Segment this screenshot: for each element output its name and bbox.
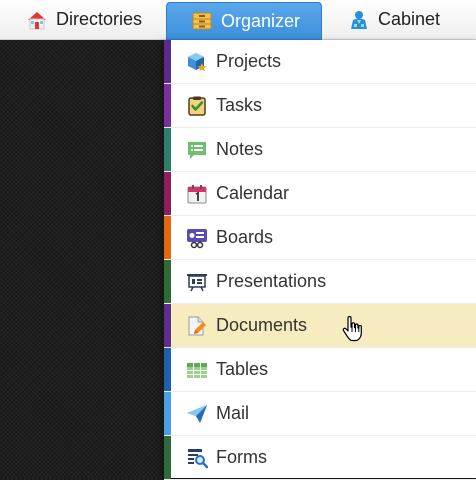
menu-item-tasks[interactable]: Tasks bbox=[164, 84, 476, 128]
note-icon bbox=[186, 139, 208, 161]
tab-cabinet[interactable]: Cabinet bbox=[338, 0, 476, 39]
menu-item-presentations[interactable]: Presentations bbox=[164, 260, 476, 304]
drawer-icon bbox=[191, 10, 213, 32]
accent-bar bbox=[164, 172, 171, 215]
menu-item-label: Calendar bbox=[216, 183, 290, 203]
presentation-icon bbox=[186, 271, 208, 293]
accent-bar bbox=[164, 260, 171, 303]
form-search-icon bbox=[186, 447, 208, 469]
menu-item-projects[interactable]: Projects bbox=[164, 40, 476, 84]
accent-bar bbox=[164, 84, 171, 127]
accent-bar bbox=[164, 216, 171, 259]
accent-bar bbox=[164, 348, 171, 391]
tab-directories[interactable]: Directories bbox=[16, 0, 162, 39]
menu-item-forms[interactable]: Forms bbox=[164, 436, 476, 480]
calendar-icon bbox=[186, 183, 208, 205]
menu-item-documents[interactable]: Documents bbox=[164, 304, 476, 348]
document-pencil-icon bbox=[186, 315, 208, 337]
top-navigation-bar: Directories Organizer Cabinet bbox=[0, 0, 476, 40]
menu-item-label: Forms bbox=[216, 447, 267, 467]
user-robe-icon bbox=[348, 9, 370, 31]
menu-item-label: Mail bbox=[216, 403, 250, 423]
accent-bar bbox=[164, 436, 171, 479]
tab-label: Cabinet bbox=[378, 9, 441, 29]
cube-star-icon bbox=[186, 51, 208, 73]
menu-item-calendar[interactable]: Calendar bbox=[164, 172, 476, 216]
accent-bar bbox=[164, 128, 171, 171]
tab-label: Organizer bbox=[221, 10, 301, 31]
menu-item-notes[interactable]: Notes bbox=[164, 128, 476, 172]
menu-item-label: Boards bbox=[216, 227, 274, 247]
menu-item-boards[interactable]: Boards bbox=[164, 216, 476, 260]
tab-organizer[interactable]: Organizer bbox=[166, 2, 322, 40]
menu-item-label: Tasks bbox=[216, 95, 263, 115]
accent-bar bbox=[164, 392, 171, 435]
menu-item-label: Documents bbox=[216, 315, 308, 335]
menu-item-mail[interactable]: Mail bbox=[164, 392, 476, 436]
organizer-dropdown-menu: Projects Tasks Notes Calendar Boards Pre… bbox=[164, 40, 476, 480]
menu-item-tables[interactable]: Tables bbox=[164, 348, 476, 392]
accent-bar bbox=[164, 304, 171, 347]
paper-plane-icon bbox=[186, 403, 208, 425]
accent-bar bbox=[164, 40, 171, 83]
menu-item-label: Projects bbox=[216, 51, 282, 71]
house-icon bbox=[26, 9, 48, 31]
menu-item-label: Presentations bbox=[216, 271, 327, 291]
checklist-icon bbox=[186, 95, 208, 117]
table-icon bbox=[186, 359, 208, 381]
board-icon bbox=[186, 227, 208, 249]
menu-item-label: Tables bbox=[216, 359, 269, 379]
menu-item-label: Notes bbox=[216, 139, 264, 159]
tab-label: Directories bbox=[56, 9, 143, 29]
